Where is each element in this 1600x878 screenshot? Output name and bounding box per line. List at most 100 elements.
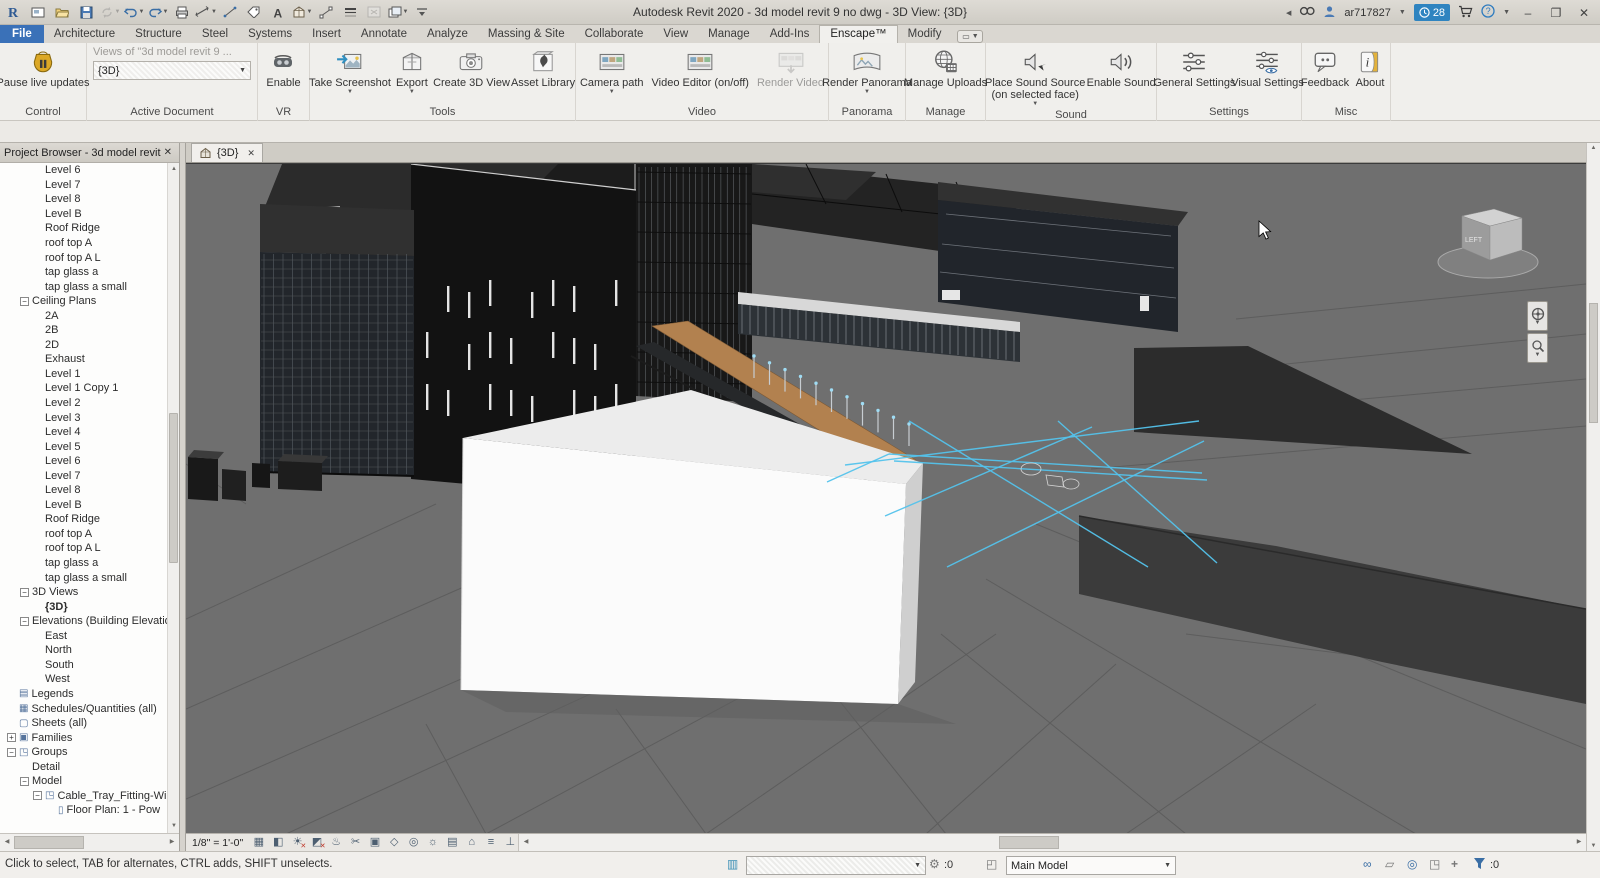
tree-item-ceiling-plans[interactable]: − Ceiling Plans — [0, 294, 167, 309]
crop-view-icon[interactable]: ✂ — [348, 835, 363, 850]
select-pinned-icon[interactable]: ◎ — [1407, 857, 1417, 871]
feedback-button[interactable]: Feedback — [1301, 46, 1349, 90]
place-sound-source-button[interactable]: Place Sound Source (on selected face) ▼ — [985, 46, 1085, 108]
tree-item-level-6[interactable]: Level 6 — [0, 454, 167, 469]
pending-notifications-badge[interactable]: 28 — [1413, 4, 1451, 21]
export-button[interactable]: Export ▼ — [392, 46, 432, 96]
design-option-select[interactable]: Main Model ▼ — [1006, 856, 1176, 875]
tree-item-level-1[interactable]: Level 1 — [0, 367, 167, 382]
ribbon-tab-architecture[interactable]: Architecture — [44, 25, 125, 43]
drawing-hscrollbar[interactable]: ◀ ▶ — [518, 834, 1586, 851]
pause-live-updates-button[interactable]: Pause live updates — [0, 46, 89, 90]
drawing-area[interactable]: LEFT ▼ ▼ — [186, 163, 1586, 833]
tree-item-level-b[interactable]: Level B — [0, 207, 167, 222]
search-icon[interactable] — [1299, 5, 1315, 20]
tag-by-category-button[interactable] — [243, 2, 265, 22]
expand-icon[interactable]: + — [7, 733, 16, 743]
print-button[interactable] — [171, 2, 193, 22]
zoom-menu-arrow-icon[interactable]: ▼ — [1535, 352, 1541, 358]
ribbon-tab-file[interactable]: File — [0, 25, 44, 43]
camera-path-button[interactable]: Camera path ▼ — [577, 46, 647, 96]
tree-item-roof-top-a-l[interactable]: roof top A L — [0, 541, 167, 556]
scroll-thumb[interactable] — [169, 413, 178, 563]
tree-item-east[interactable]: East — [0, 629, 167, 644]
collapse-icon[interactable]: − — [33, 791, 42, 801]
project-browser-header[interactable]: Project Browser - 3d model revit 9... ✕ — [0, 143, 179, 163]
tree-item-level-8[interactable]: Level 8 — [0, 483, 167, 498]
user-icon[interactable] — [1323, 5, 1336, 21]
measure-button[interactable]: ▼ — [195, 2, 217, 22]
tree-item-detail[interactable]: Detail — [0, 759, 167, 774]
thin-lines-button[interactable] — [339, 2, 361, 22]
aligned-dimension-button[interactable] — [219, 2, 241, 22]
shadows-icon[interactable]: ◩ ✕ — [309, 835, 326, 850]
reveal-constraints-icon[interactable]: ⊥ — [503, 835, 518, 850]
ribbon-tab-systems[interactable]: Systems — [238, 25, 302, 43]
tree-item-level-4[interactable]: Level 4 — [0, 425, 167, 440]
ribbon-tab-enscape-[interactable]: Enscape™ — [819, 25, 898, 43]
ribbon-tab-insert[interactable]: Insert — [302, 25, 351, 43]
scroll-up-icon[interactable]: ▲ — [168, 163, 179, 176]
project-browser-vscrollbar[interactable]: ▲ ▼ — [167, 163, 179, 833]
tree-item-level-8[interactable]: Level 8 — [0, 192, 167, 207]
select-by-face-icon[interactable]: ◳ — [1429, 857, 1440, 871]
revit-logo[interactable]: R — [3, 2, 25, 22]
project-browser-close-icon[interactable]: ✕ — [161, 147, 175, 158]
text-button[interactable]: A — [267, 2, 289, 22]
video-editor-button[interactable]: Video Editor (on/off) — [649, 46, 752, 90]
unlocked-3d-view-icon[interactable]: ◇ — [387, 835, 402, 850]
select-underlay-icon[interactable]: ▱ — [1385, 857, 1394, 871]
displacement-sets-icon[interactable]: ≡ — [483, 835, 498, 850]
tree-item-groups[interactable]: − ◳ Groups — [0, 745, 167, 760]
tree-item-model[interactable]: − Model — [0, 774, 167, 789]
render-panorama-button[interactable]: Render Panorama ▼ — [822, 46, 912, 96]
tree-item-roof-top-a-l[interactable]: roof top A L — [0, 250, 167, 265]
tree-item-2d[interactable]: 2D — [0, 338, 167, 353]
tree-item-level-7[interactable]: Level 7 — [0, 468, 167, 483]
temporary-view-properties-icon[interactable]: ▤ — [445, 835, 460, 850]
home-button[interactable] — [27, 2, 49, 22]
drawing-vscrollbar[interactable]: ▲ ▼ — [1586, 143, 1600, 851]
show-crop-region-icon[interactable]: ▣ — [367, 835, 382, 850]
tree-item-level-2[interactable]: Level 2 — [0, 396, 167, 411]
scroll-down-icon[interactable]: ▼ — [1587, 843, 1600, 849]
active-view-select[interactable]: {3D} ▼ — [93, 61, 251, 80]
tree-item-north[interactable]: North — [0, 643, 167, 658]
sync-with-central-button[interactable]: ▼ — [99, 2, 121, 22]
ribbon-tab-steel[interactable]: Steel — [192, 25, 238, 43]
ribbon-tab-analyze[interactable]: Analyze — [417, 25, 478, 43]
take-screenshot-button[interactable]: Take Screenshot ▼ — [309, 46, 391, 96]
tree-item-level-b[interactable]: Level B — [0, 498, 167, 513]
section-button[interactable] — [315, 2, 337, 22]
wheel-menu-arrow-icon[interactable]: ▼ — [1535, 320, 1541, 326]
active-workset-icon[interactable]: ▥ — [727, 857, 738, 871]
scroll-left-icon[interactable]: ◀ — [519, 834, 533, 851]
default-3d-view-button[interactable]: ▼ — [291, 2, 313, 22]
about-button[interactable]: i About — [1350, 46, 1390, 90]
visual-style-icon[interactable]: ◧ — [271, 835, 286, 850]
manage-uploads-button[interactable]: Manage Uploads — [904, 46, 987, 90]
ribbon-tab-modify[interactable]: Modify — [898, 25, 952, 43]
close-hidden-windows-button[interactable] — [363, 2, 385, 22]
switch-windows-button[interactable]: ▼ — [387, 2, 409, 22]
filter-icon[interactable] — [1473, 857, 1486, 873]
ribbon-tab-structure[interactable]: Structure — [125, 25, 192, 43]
tree-item-roof-ridge[interactable]: Roof Ridge — [0, 221, 167, 236]
collapse-icon[interactable]: − — [20, 776, 29, 786]
ribbon-tab-annotate[interactable]: Annotate — [351, 25, 417, 43]
ribbon-tab-manage[interactable]: Manage — [698, 25, 760, 43]
tree-item-tap-glass-a-small[interactable]: tap glass a small — [0, 570, 167, 585]
rendering-dialog-icon[interactable]: ♨ — [329, 835, 344, 850]
temporary-hide-isolate-icon[interactable]: ◎ — [406, 835, 421, 850]
scroll-right-icon[interactable]: ▶ — [1572, 834, 1586, 851]
view-tab-3d[interactable]: {3D} ✕ — [191, 143, 263, 162]
scroll-right-icon[interactable]: ▶ — [165, 834, 179, 851]
create-3d-view-button[interactable]: Create 3D View — [433, 46, 510, 90]
render-video-button[interactable]: Render Video — [754, 46, 827, 90]
minimize-button[interactable]: – — [1518, 6, 1538, 20]
design-options-icon[interactable]: ◰ — [986, 857, 997, 871]
view-tab-close-icon[interactable]: ✕ — [247, 148, 255, 159]
tree-item-south[interactable]: South — [0, 658, 167, 673]
scroll-thumb[interactable] — [1589, 303, 1598, 423]
app-store-cart-icon[interactable] — [1458, 5, 1473, 21]
